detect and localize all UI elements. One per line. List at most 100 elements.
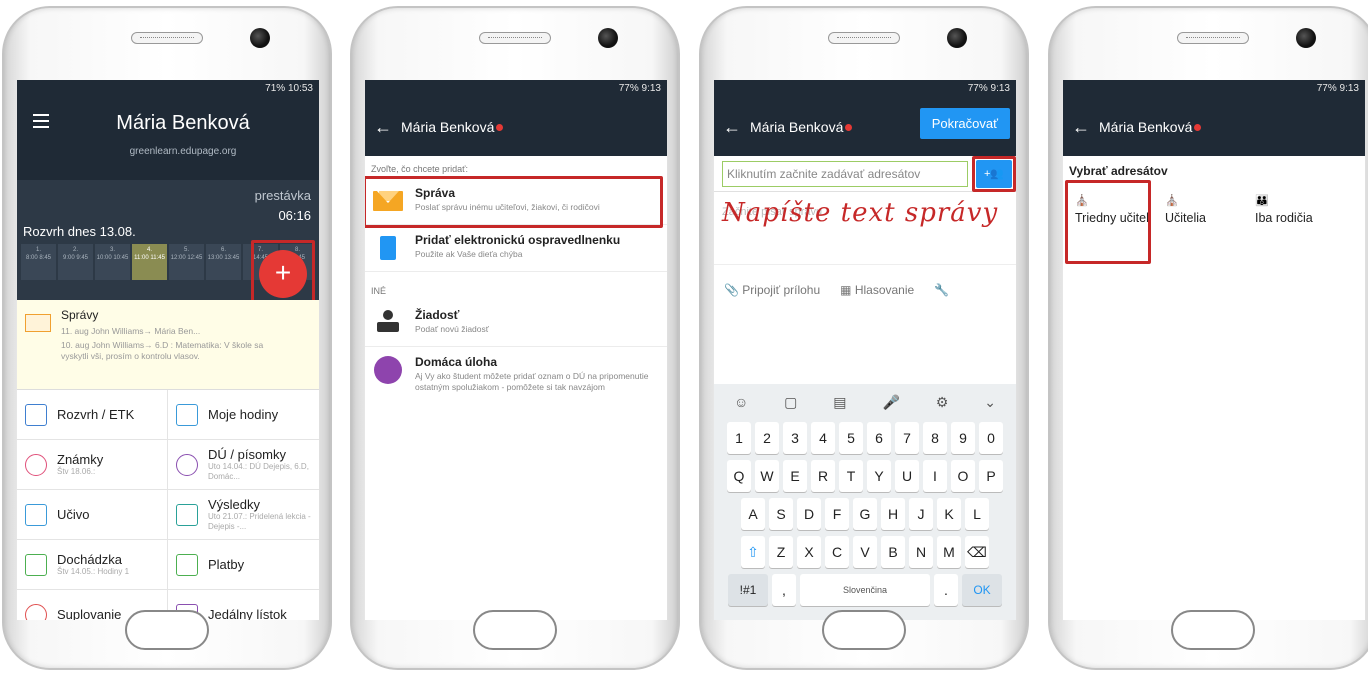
vote-button[interactable]: ▦ Hlasovanie [840,283,914,297]
message-body-area[interactable]: Začnite písať správu Napíšte text správy [714,192,1016,264]
phone-2: 77% 9:13 ← Mária Benková Zvoľte, čo chce… [350,6,680,670]
period-1: 1. 8:00 8:45 [21,244,56,280]
symbols-key[interactable]: !#1 [728,574,768,606]
key-q[interactable]: Q [727,460,751,492]
key-i[interactable]: I [923,460,947,492]
handwritten-annotation: Napíšte text správy [722,198,999,228]
space-key[interactable]: Slovenčina [800,574,930,606]
substitution-icon [25,603,47,620]
comma-key[interactable]: , [772,574,796,606]
ok-key[interactable]: OK [962,574,1002,606]
wrench-icon[interactable]: 🔧 [934,283,949,297]
app-header: Mária Benková greenlearn.edupage.org [17,98,319,180]
messages-title: Správy [61,308,99,322]
key-r[interactable]: R [811,460,835,492]
tile-moje-hodiny[interactable]: Moje hodiny [168,390,319,440]
option-triedny-ucitel[interactable]: ⛪ Triedny učiteľ [1065,180,1159,264]
home-button[interactable] [125,610,209,650]
emoji-icon[interactable]: ☺ [734,394,748,410]
option-sprava[interactable]: Správa Poslať správu inému učiteľovi, žia… [365,176,667,228]
key-n[interactable]: N [909,536,933,568]
highlight-box [1065,180,1151,264]
key-f[interactable]: F [825,498,849,530]
tile-rozvrh[interactable]: Rozvrh / ETK [17,390,168,440]
option-iba-rodicia[interactable]: 👪 Iba rodičia [1249,186,1339,234]
message-line-2: 10. aug John Williams→ 6.D : Matematika:… [61,340,264,361]
shift-key[interactable]: ⇧ [741,536,765,568]
section-label: Zvoľte, čo chcete pridať: [371,164,469,174]
speaker-grille [1177,32,1249,44]
gif-icon[interactable]: ▤ [833,394,846,411]
option-ospravedlnenka[interactable]: Pridať elektronickú ospravedlnenku Použit… [365,225,667,272]
key-4[interactable]: 4 [811,422,835,454]
keyboard-row-asdf: ASDFGHJKL [716,498,1014,530]
option-domaca-uloha[interactable]: Domáca úloha Aj Vy ako študent môžete pri… [365,347,667,401]
option-ucitelia[interactable]: ⛪ Učitelia [1159,186,1249,234]
back-arrow-icon[interactable]: ← [714,117,750,138]
schedule-panel[interactable]: prestávka 06:16 Rozvrh dnes 13.08. 1. 8:0… [17,180,319,310]
mic-icon[interactable]: 🎤 [882,394,899,411]
status-bar: 77% 9:13 [1063,80,1365,98]
key-y[interactable]: Y [867,460,891,492]
keyboard: ☺ ▢ ▤ 🎤 ⚙ ⌄ 1234567890 QWERTYUIOP ASDFGH… [714,384,1016,620]
user-name: Mária Benková [1099,119,1193,135]
user-name: Mária Benková [750,119,844,135]
tile-platby[interactable]: Platby [168,540,319,590]
period-key[interactable]: . [934,574,958,606]
key-l[interactable]: L [965,498,989,530]
key-u[interactable]: U [895,460,919,492]
key-k[interactable]: K [937,498,961,530]
key-2[interactable]: 2 [755,422,779,454]
key-1[interactable]: 1 [727,422,751,454]
attach-button[interactable]: 📎 Pripojiť prílohu [724,283,820,297]
key-v[interactable]: V [853,536,877,568]
recipient-input[interactable]: Kliknutím začnite zadávať adresátov [722,160,968,187]
chevron-down-icon[interactable]: ⌄ [984,394,996,411]
key-6[interactable]: 6 [867,422,891,454]
key-p[interactable]: P [979,460,1003,492]
key-w[interactable]: W [755,460,779,492]
school-domain: greenlearn.edupage.org [129,146,237,157]
key-0[interactable]: 0 [979,422,1003,454]
key-z[interactable]: Z [769,536,793,568]
continue-button[interactable]: Pokračovať [919,108,1010,139]
key-t[interactable]: T [839,460,863,492]
key-s[interactable]: S [769,498,793,530]
key-8[interactable]: 8 [923,422,947,454]
key-5[interactable]: 5 [839,422,863,454]
key-o[interactable]: O [951,460,975,492]
key-c[interactable]: C [825,536,849,568]
key-9[interactable]: 9 [951,422,975,454]
key-j[interactable]: J [909,498,933,530]
settings-gear-icon[interactable]: ⚙ [936,394,949,411]
key-g[interactable]: G [853,498,877,530]
back-arrow-icon[interactable]: ← [365,117,401,138]
tile-du-pisomky[interactable]: DÚ / písomky Uto 14.04.: DÚ Dejepis, 6.D,… [168,440,319,490]
key-h[interactable]: H [881,498,905,530]
screen-add-menu: 77% 9:13 ← Mária Benková Zvoľte, čo chce… [365,80,667,620]
home-button[interactable] [1171,610,1255,650]
backspace-key[interactable]: ⌫ [965,536,989,568]
messages-card[interactable]: Správy 11. aug John Williams→ Mária Ben.… [17,300,319,390]
period-6: 6. 13:00 13:45 [206,244,241,280]
option-ziadost[interactable]: Žiadosť Podať novú žiadosť [365,300,667,347]
tile-dochadzka[interactable]: Dochádzka Štv 14.05.: Hodiny 1 [17,540,168,590]
book-icon [176,403,198,426]
key-x[interactable]: X [797,536,821,568]
tile-ucivo[interactable]: Učivo [17,490,168,540]
sticker-icon[interactable]: ▢ [784,394,797,411]
key-d[interactable]: D [797,498,821,530]
tile-znamky[interactable]: Známky Štv 18.06.: [17,440,168,490]
key-m[interactable]: M [937,536,961,568]
tile-vysledky[interactable]: Výsledky Uto 21.07.: Pridelená lekcia - D… [168,490,319,540]
key-3[interactable]: 3 [783,422,807,454]
home-button[interactable] [822,610,906,650]
keyboard-row-qwerty: QWERTYUIOP [716,460,1014,492]
key-a[interactable]: A [741,498,765,530]
home-button[interactable] [473,610,557,650]
status-bar: 77% 9:13 [365,80,667,98]
back-arrow-icon[interactable]: ← [1063,117,1099,138]
key-e[interactable]: E [783,460,807,492]
key-b[interactable]: B [881,536,905,568]
key-7[interactable]: 7 [895,422,919,454]
